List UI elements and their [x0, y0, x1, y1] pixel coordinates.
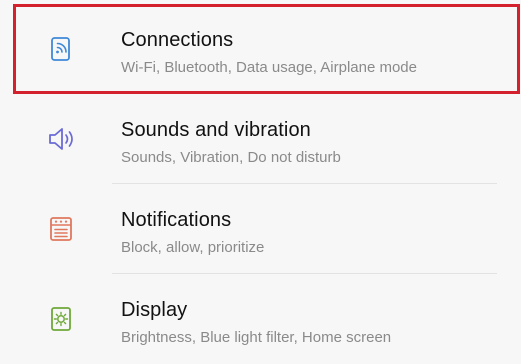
settings-item-sounds-and-vibration[interactable]: Sounds and vibration Sounds, Vibration, … — [0, 94, 521, 184]
settings-list: Connections Wi-Fi, Bluetooth, Data usage… — [0, 0, 521, 360]
settings-item-connections[interactable]: Connections Wi-Fi, Bluetooth, Data usage… — [0, 4, 521, 94]
speaker-icon — [46, 124, 76, 154]
settings-item-title: Sounds and vibration — [121, 119, 311, 141]
display-brightness-icon — [46, 304, 76, 334]
settings-item-display[interactable]: Display Brightness, Blue light filter, H… — [0, 274, 521, 364]
settings-item-subtitle: Block, allow, prioritize — [121, 239, 265, 256]
settings-item-subtitle: Brightness, Blue light filter, Home scre… — [121, 329, 392, 346]
settings-item-title: Notifications — [121, 209, 232, 231]
settings-item-subtitle: Sounds, Vibration, Do not disturb — [121, 149, 341, 166]
settings-item-title: Display — [121, 299, 188, 321]
settings-item-subtitle: Wi-Fi, Bluetooth, Data usage, Airplane m… — [121, 59, 417, 76]
settings-item-title: Connections — [121, 29, 234, 51]
settings-item-notifications[interactable]: Notifications Block, allow, prioritize — [0, 184, 521, 274]
connections-icon — [46, 34, 76, 64]
notifications-icon — [46, 214, 76, 244]
